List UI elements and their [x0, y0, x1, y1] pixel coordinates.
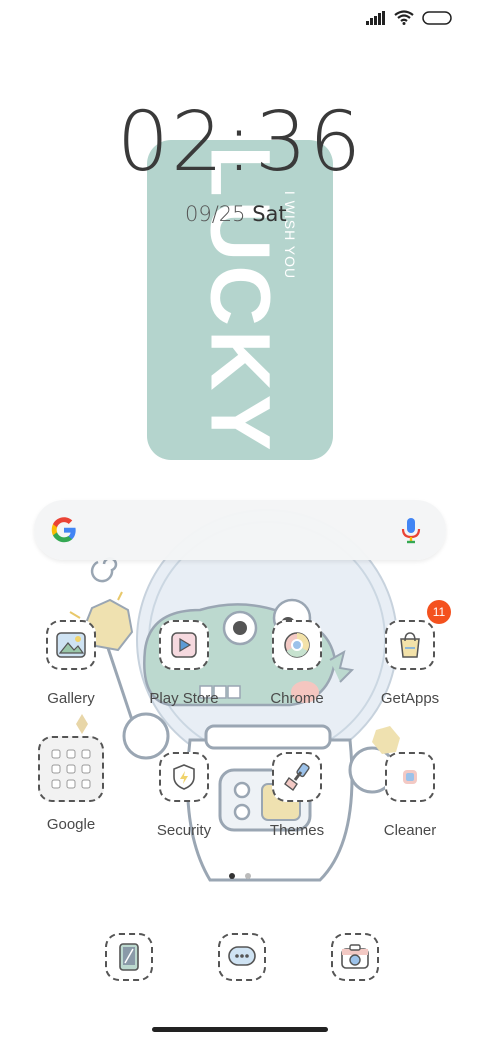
page-dot: [245, 873, 251, 879]
gallery-icon: [46, 620, 96, 670]
google-search-bar[interactable]: [34, 500, 446, 560]
dock-phone[interactable]: [105, 933, 153, 981]
signal-icon: [366, 10, 385, 25]
dock-messages[interactable]: [218, 933, 266, 981]
app-google-folder[interactable]: Google: [21, 736, 121, 833]
date-text: 09/25: [185, 202, 246, 226]
page-dot-active: [229, 873, 235, 879]
app-security[interactable]: Security: [134, 752, 234, 839]
app-gallery[interactable]: Gallery: [21, 620, 121, 707]
app-label: Chrome: [270, 690, 324, 707]
app-label: Security: [156, 822, 212, 839]
status-bar: [366, 10, 452, 25]
wifi-icon: [394, 10, 414, 25]
google-g-icon: [51, 517, 76, 543]
app-cleaner[interactable]: Cleaner: [360, 752, 460, 839]
app-label: Play Store: [149, 690, 219, 707]
weekday-text: Sat: [252, 202, 287, 226]
clock-time[interactable]: 02:36: [0, 102, 480, 184]
notification-badge: 11: [427, 600, 451, 624]
app-chrome[interactable]: Chrome: [247, 620, 347, 707]
app-themes[interactable]: Themes: [247, 752, 347, 839]
cleaner-icon: [385, 752, 435, 802]
page-indicator: [229, 873, 251, 879]
app-label: Google: [46, 816, 96, 833]
chrome-icon: [272, 620, 322, 670]
battery-icon: [422, 10, 452, 25]
app-label: GetApps: [380, 690, 440, 707]
app-getapps[interactable]: GetApps: [360, 620, 460, 707]
themes-icon: [272, 752, 322, 802]
mic-icon[interactable]: [400, 516, 422, 544]
security-icon: [159, 752, 209, 802]
gesture-nav-bar[interactable]: [152, 1027, 328, 1032]
app-label: Gallery: [47, 690, 95, 707]
app-label: Themes: [269, 822, 325, 839]
app-label: Cleaner: [383, 822, 437, 839]
phone-icon: [119, 943, 139, 971]
messages-icon: [228, 946, 256, 966]
play-store-icon: [159, 620, 209, 670]
dock-camera[interactable]: [331, 933, 379, 981]
camera-icon: [341, 944, 369, 969]
wallpaper-lucky-text: LUCKY: [193, 145, 288, 455]
clock-date[interactable]: 09/25 Sat: [185, 202, 287, 226]
google-folder-icon: [38, 736, 104, 802]
getapps-icon: [385, 620, 435, 670]
app-play-store[interactable]: Play Store: [134, 620, 234, 707]
